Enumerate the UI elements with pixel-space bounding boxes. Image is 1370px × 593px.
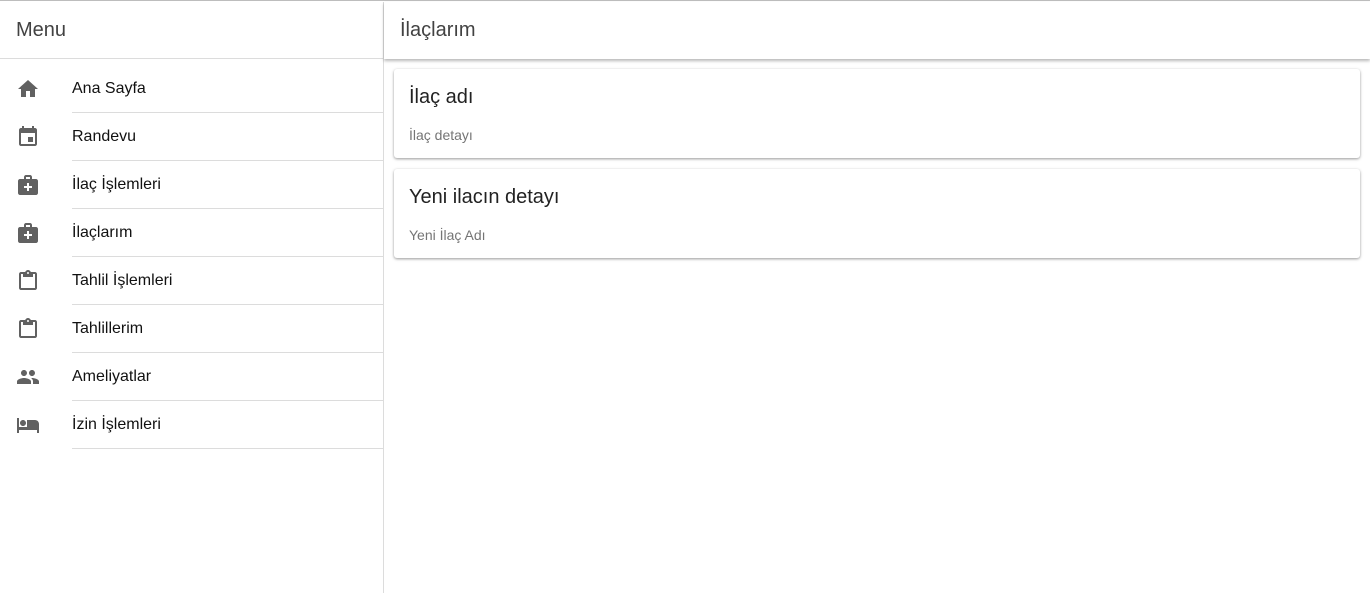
sidebar-item-label: İlaçlarım (72, 209, 383, 257)
sidebar-item-label: Tahlillerim (72, 305, 383, 353)
sidebar-item-ameliyatlar[interactable]: Ameliyatlar (0, 353, 383, 401)
sidebar-item-tahlil-islemleri[interactable]: Tahlil İşlemleri (0, 257, 383, 305)
page-title: İlaçlarım (384, 2, 1370, 59)
card-title: Yeni ilacın detayı (409, 186, 560, 208)
sidebar-title: Menu (0, 2, 383, 59)
sidebar-item-label: İzin İşlemleri (72, 401, 383, 449)
sidebar-item-label: Randevu (72, 113, 383, 161)
sidebar-item-label: Tahlil İşlemleri (72, 257, 383, 305)
main-content: İlaçlarım İlaç adı İlaç detayı Yeni ilac… (384, 2, 1370, 593)
people-icon (16, 365, 40, 389)
bed-icon (16, 413, 40, 437)
app-frame: Menu Ana Sayfa Randevu İlaç İşlemleri İl… (0, 0, 1370, 593)
sidebar-item-randevu[interactable]: Randevu (0, 113, 383, 161)
sidebar-item-ana-sayfa[interactable]: Ana Sayfa (0, 65, 383, 113)
sidebar-item-label: Ameliyatlar (72, 353, 383, 401)
medical-bag-icon (16, 173, 40, 197)
medication-card[interactable]: İlaç adı İlaç detayı (394, 69, 1360, 158)
medical-bag-icon (16, 221, 40, 245)
sidebar-item-ilaclarim[interactable]: İlaçlarım (0, 209, 383, 257)
medication-card[interactable]: Yeni ilacın detayı Yeni İlaç Adı (394, 169, 1360, 258)
card-subtitle: İlaç detayı (409, 127, 473, 143)
sidebar-item-ilac-islemleri[interactable]: İlaç İşlemleri (0, 161, 383, 209)
sidebar-menu: Ana Sayfa Randevu İlaç İşlemleri İlaçlar… (0, 59, 383, 449)
home-icon (16, 77, 40, 101)
sidebar-item-izin-islemleri[interactable]: İzin İşlemleri (0, 401, 383, 449)
sidebar-item-label: İlaç İşlemleri (72, 161, 383, 209)
medication-list: İlaç adı İlaç detayı Yeni ilacın detayı … (394, 69, 1360, 269)
clipboard-icon (16, 269, 40, 293)
sidebar: Menu Ana Sayfa Randevu İlaç İşlemleri İl… (0, 2, 384, 593)
card-subtitle: Yeni İlaç Adı (409, 227, 486, 243)
clipboard-icon (16, 317, 40, 341)
calendar-icon (16, 125, 40, 149)
sidebar-item-tahlillerim[interactable]: Tahlillerim (0, 305, 383, 353)
card-title: İlaç adı (409, 86, 474, 108)
sidebar-item-label: Ana Sayfa (72, 65, 383, 113)
